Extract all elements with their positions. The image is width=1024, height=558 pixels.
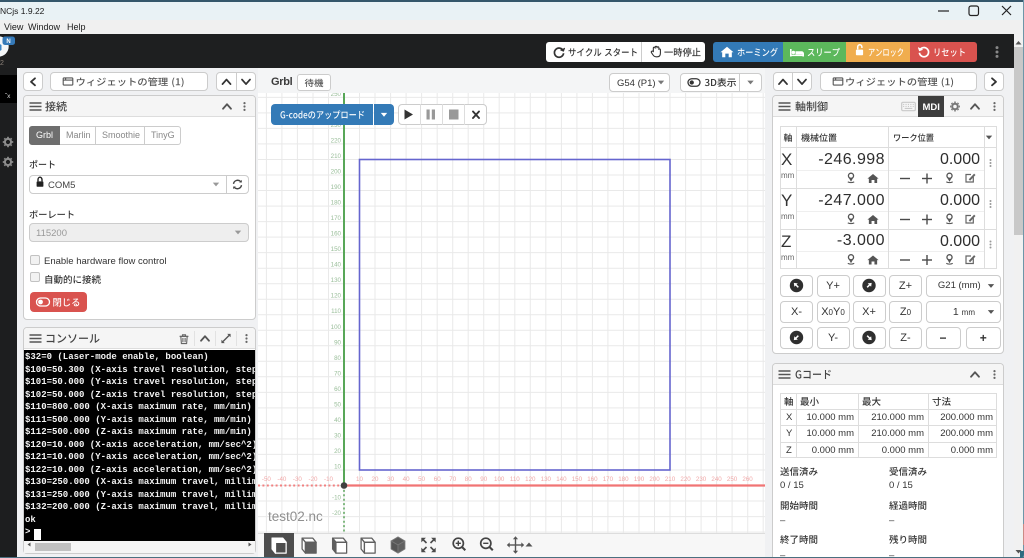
svg-text:ˇx: ˇx [5, 93, 11, 100]
